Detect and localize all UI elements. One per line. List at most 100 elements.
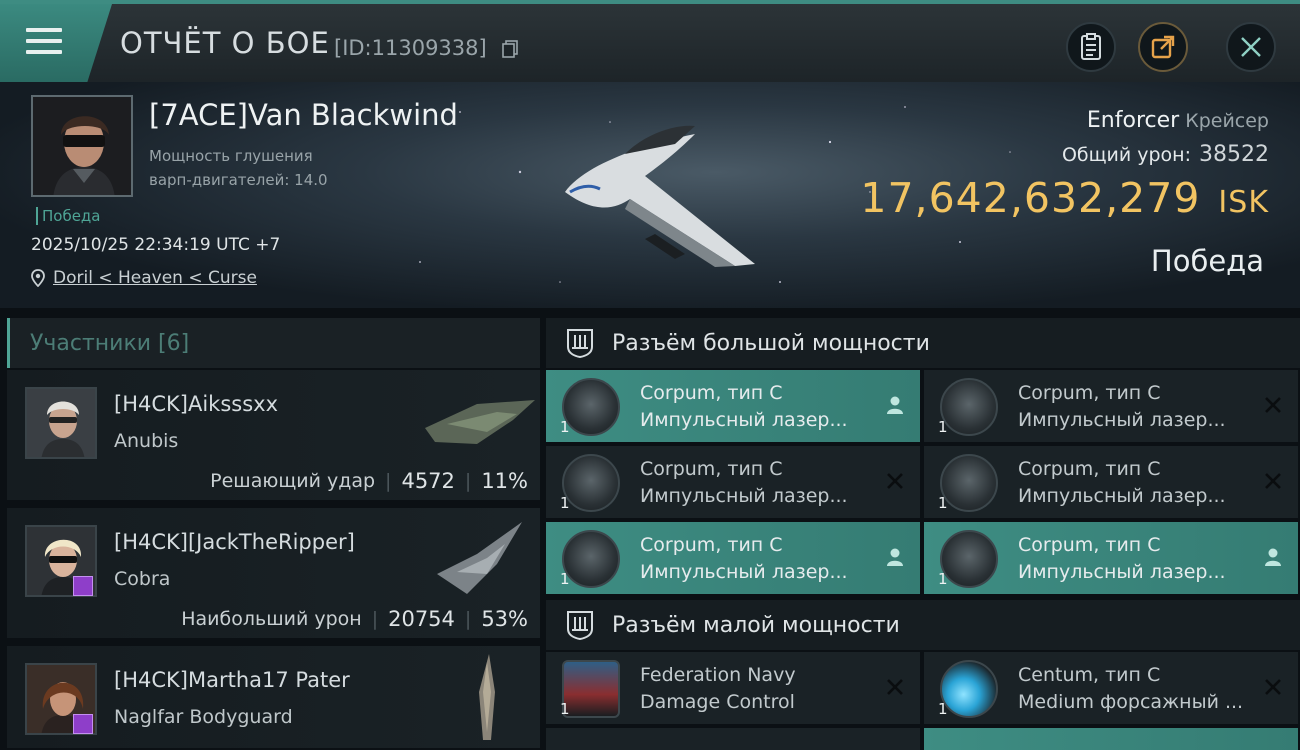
low-slot-title: Разъём малой мощности [612,612,900,638]
destroyed-icon [1265,679,1281,695]
high-slot-header: Разъём большой мощности [546,318,1300,368]
close-icon [1241,37,1261,57]
pilot-icon [1265,548,1281,566]
module-slot[interactable]: 1 Corpum, тип C Импульсный лазер... [546,446,920,518]
module-slot[interactable]: 1 Centum, тип C Medium форсажный ... [924,652,1298,724]
clipboard-button[interactable] [1066,22,1116,72]
module-name: Corpum, тип C [640,382,783,404]
stat-percent: 53% [481,607,528,631]
location-pin-icon [31,269,45,287]
module-quantity: 1 [560,494,570,512]
share-icon [1151,35,1175,59]
pulse-laser-icon [562,530,620,588]
total-damage: Общий урон: 38522 [1062,142,1269,167]
participant-ship: Cobra [114,568,171,590]
close-button[interactable] [1226,22,1276,72]
isk-value: 17,642,632,279 ISK [860,174,1269,222]
module-quantity: 1 [938,494,948,512]
pilot-icon [887,548,903,566]
participant-ship: Naglfar Bodyguard [114,706,293,728]
participant-avatar [25,387,97,459]
battle-result: Победа [1150,244,1264,278]
low-slot-icon [567,611,593,641]
isk-amount: 17,642,632,279 [860,174,1201,222]
page-title: ОТЧЁТ О БОЕ [120,26,330,60]
participants-title: Участники [6] [30,330,190,356]
participant-stats: Наибольший урон | 20754 | 53% [181,607,528,631]
report-id: [ID:11309338] [334,36,487,60]
module-type: Medium форсажный ... [1018,691,1244,713]
participant-card[interactable]: [H4CK]Aiksssxx Anubis Решающий удар | 45… [7,370,540,502]
player-name[interactable]: [7ACE]Van Blackwind [149,98,458,132]
participant-name: [H4CK][JackTheRipper] [114,530,355,554]
warp-disruption-strength: Мощность глушения варп-двигателей: 14.0 [149,144,409,192]
participant-name: [H4CK]Aiksssxx [114,392,279,416]
module-slot[interactable]: 1 Corpum, тип C Импульсный лазер... [924,522,1298,594]
clipboard-icon [1081,33,1101,60]
player-avatar-image [33,97,131,195]
participant-stats: Решающий удар | 4572 | 11% [210,469,528,493]
participant-ship-image [479,654,495,740]
battle-location[interactable]: Doril < Heaven < Curse [31,268,257,288]
module-slot[interactable] [546,728,920,750]
warp-label-line2: варп-двигателей: 14.0 [149,171,328,189]
module-name: Federation Navy [640,664,796,686]
hamburger-icon [26,28,62,58]
victim-ship-image [565,125,755,267]
participant-ship-image [425,400,535,444]
total-damage-label: Общий урон: [1061,144,1191,166]
damage-control-icon [562,660,620,718]
battle-summary: [7ACE]Van Blackwind Мощность глушения ва… [0,82,1300,308]
module-type: Импульсный лазер... [1018,409,1226,431]
module-name: Corpum, тип C [1018,534,1161,556]
module-quantity: 1 [938,570,948,588]
module-slot[interactable]: 1 Corpum, тип C Импульсный лазер... [546,370,920,442]
participant-card[interactable]: [H4CK]Martha17 Pater Naglfar Bodyguard [7,646,540,750]
location-link[interactable]: Doril < Heaven < Curse [53,268,257,288]
destroyed-icon [887,473,903,489]
copy-icon[interactable] [502,40,518,58]
module-name: Corpum, тип C [1018,382,1161,404]
module-slot[interactable] [924,728,1298,750]
pulse-laser-icon [940,454,998,512]
victim-ship-class: Крейсер [1185,110,1269,132]
module-slot[interactable]: 1 Federation Navy Damage Control [546,652,920,724]
menu-button[interactable] [0,4,112,82]
module-type: Импульсный лазер... [640,561,848,583]
stat-damage: 20754 [388,607,455,631]
total-damage-value: 38522 [1199,142,1269,167]
destroyed-icon [1265,473,1281,489]
module-type: Импульсный лазер... [640,409,848,431]
battle-datetime: 2025/10/25 22:34:19 UTC +7 [31,235,281,255]
top-bar: ОТЧЁТ О БОЕ [ID:11309338] [0,0,1300,82]
pulse-laser-icon [562,454,620,512]
participant-card[interactable]: [H4CK][JackTheRipper] Cobra Наибольший у… [7,508,540,640]
result-tag: Победа [36,207,101,225]
module-quantity: 1 [560,570,570,588]
player-portrait[interactable] [31,95,133,197]
module-quantity: 1 [938,700,948,718]
module-type: Импульсный лазер... [1018,485,1226,507]
isk-unit: ISK [1218,185,1269,220]
module-slot[interactable]: 1 Corpum, тип C Импульсный лазер... [924,446,1298,518]
module-type: Импульсный лазер... [1018,561,1226,583]
pulse-laser-icon [940,530,998,588]
high-slot-title: Разъём большой мощности [612,330,930,356]
module-type: Импульсный лазер... [640,485,848,507]
stat-damage: 4572 [401,469,455,493]
module-slot[interactable]: 1 Corpum, тип C Импульсный лазер... [924,370,1298,442]
module-quantity: 1 [560,700,570,718]
module-slot[interactable]: 1 Corpum, тип C Импульсный лазер... [546,522,920,594]
stat-label: Наибольший урон [181,608,362,630]
participant-ship: Anubis [114,430,179,452]
module-name: Centum, тип C [1018,664,1161,686]
participants-header[interactable]: Участники [6] [7,318,540,368]
module-name: Corpum, тип C [640,458,783,480]
module-type: Damage Control [640,691,795,713]
pulse-laser-icon [562,378,620,436]
victim-ship: Enforcer Крейсер [1087,108,1269,133]
destroyed-icon [1265,397,1281,413]
stat-label: Решающий удар [210,470,376,492]
share-button[interactable] [1138,22,1188,72]
module-name: Corpum, тип C [640,534,783,556]
